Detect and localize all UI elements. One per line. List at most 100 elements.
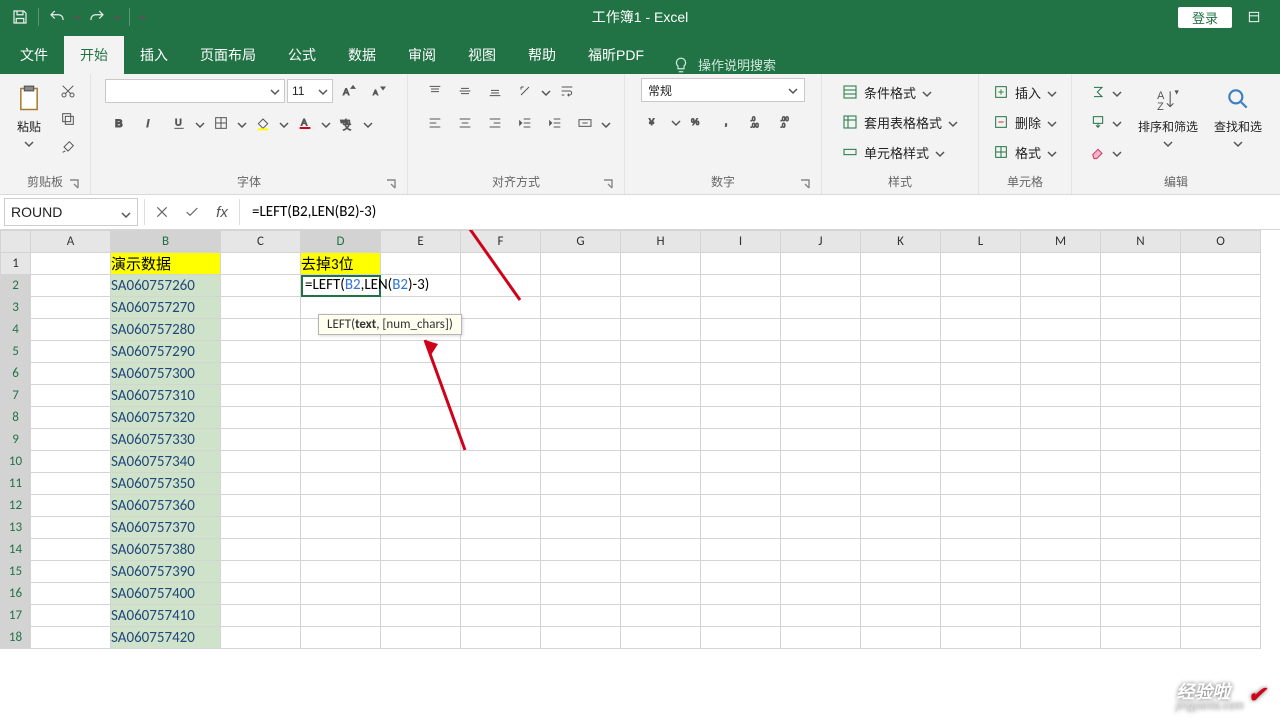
cell-C4[interactable]	[221, 319, 301, 341]
cell-F11[interactable]	[461, 473, 541, 495]
cell-I11[interactable]	[701, 473, 781, 495]
cell-K15[interactable]	[861, 561, 941, 583]
cell-G13[interactable]	[541, 517, 621, 539]
worksheet-grid[interactable]: ABCDEFGHIJKLMNO1演示数据去掉3位2SA060757260=LEF…	[0, 230, 1280, 720]
cell-O16[interactable]	[1181, 583, 1261, 605]
cell-C18[interactable]	[221, 627, 301, 649]
cell-B1[interactable]: 演示数据	[111, 253, 221, 275]
cell-G4[interactable]	[541, 319, 621, 341]
cell-A16[interactable]	[31, 583, 111, 605]
cell-L13[interactable]	[941, 517, 1021, 539]
cell-C13[interactable]	[221, 517, 301, 539]
qat-customize-icon[interactable]	[138, 10, 146, 25]
cell-E14[interactable]	[381, 539, 461, 561]
cell-O11[interactable]	[1181, 473, 1261, 495]
cell-A11[interactable]	[31, 473, 111, 495]
cell-G9[interactable]	[541, 429, 621, 451]
cell-H12[interactable]	[621, 495, 701, 517]
undo-dropdown-icon[interactable]	[73, 10, 81, 25]
cell-A18[interactable]	[31, 627, 111, 649]
cell-styles-button[interactable]: 单元格样式	[836, 138, 964, 166]
cell-O12[interactable]	[1181, 495, 1261, 517]
cell-J6[interactable]	[781, 363, 861, 385]
cell-J3[interactable]	[781, 297, 861, 319]
cell-K13[interactable]	[861, 517, 941, 539]
cell-C7[interactable]	[221, 385, 301, 407]
cell-K6[interactable]	[861, 363, 941, 385]
column-header-I[interactable]: I	[701, 231, 781, 253]
cell-H7[interactable]	[621, 385, 701, 407]
row-header-14[interactable]: 14	[1, 539, 31, 561]
cell-M1[interactable]	[1021, 253, 1101, 275]
cell-K5[interactable]	[861, 341, 941, 363]
cell-D11[interactable]	[301, 473, 381, 495]
cell-C15[interactable]	[221, 561, 301, 583]
cell-C10[interactable]	[221, 451, 301, 473]
column-header-B[interactable]: B	[111, 231, 221, 253]
cell-C12[interactable]	[221, 495, 301, 517]
cell-M10[interactable]	[1021, 451, 1101, 473]
cell-J16[interactable]	[781, 583, 861, 605]
cell-G12[interactable]	[541, 495, 621, 517]
chevron-down-icon[interactable]	[237, 118, 247, 128]
tab-review[interactable]: 审阅	[392, 36, 452, 74]
undo-icon[interactable]	[47, 7, 67, 27]
cell-A10[interactable]	[31, 451, 111, 473]
cell-O5[interactable]	[1181, 341, 1261, 363]
cell-B10[interactable]: SA060757340	[111, 451, 221, 473]
cell-A3[interactable]	[31, 297, 111, 319]
cell-K11[interactable]	[861, 473, 941, 495]
cell-N13[interactable]	[1101, 517, 1181, 539]
cell-E13[interactable]	[381, 517, 461, 539]
tab-home[interactable]: 开始	[64, 36, 124, 74]
indent-decrease-button[interactable]	[511, 110, 539, 136]
align-left-button[interactable]	[421, 110, 449, 136]
wrap-text-button[interactable]	[553, 78, 581, 104]
cell-I6[interactable]	[701, 363, 781, 385]
cell-I17[interactable]	[701, 605, 781, 627]
shrink-font-button[interactable]: A	[365, 78, 393, 104]
cell-K4[interactable]	[861, 319, 941, 341]
cell-A8[interactable]	[31, 407, 111, 429]
cell-O4[interactable]	[1181, 319, 1261, 341]
cell-L11[interactable]	[941, 473, 1021, 495]
cell-D17[interactable]	[301, 605, 381, 627]
cell-N3[interactable]	[1101, 297, 1181, 319]
cell-H4[interactable]	[621, 319, 701, 341]
cell-L14[interactable]	[941, 539, 1021, 561]
cell-K9[interactable]	[861, 429, 941, 451]
cut-button[interactable]	[54, 78, 82, 104]
cell-B5[interactable]: SA060757290	[111, 341, 221, 363]
cell-N2[interactable]	[1101, 275, 1181, 297]
cell-D18[interactable]	[301, 627, 381, 649]
cell-L2[interactable]	[941, 275, 1021, 297]
cell-M6[interactable]	[1021, 363, 1101, 385]
cell-I3[interactable]	[701, 297, 781, 319]
cell-I7[interactable]	[701, 385, 781, 407]
cell-B14[interactable]: SA060757380	[111, 539, 221, 561]
cell-E12[interactable]	[381, 495, 461, 517]
cell-L6[interactable]	[941, 363, 1021, 385]
cell-L8[interactable]	[941, 407, 1021, 429]
dialog-launcher-icon[interactable]	[602, 178, 616, 192]
cell-M16[interactable]	[1021, 583, 1101, 605]
cell-K10[interactable]	[861, 451, 941, 473]
cell-N10[interactable]	[1101, 451, 1181, 473]
cell-B13[interactable]: SA060757370	[111, 517, 221, 539]
tab-view[interactable]: 视图	[452, 36, 512, 74]
cell-I4[interactable]	[701, 319, 781, 341]
cell-C1[interactable]	[221, 253, 301, 275]
cell-D10[interactable]	[301, 451, 381, 473]
row-header-1[interactable]: 1	[1, 253, 31, 275]
increase-decimal-button[interactable]: .0.00	[743, 108, 771, 134]
cell-I5[interactable]	[701, 341, 781, 363]
cell-L5[interactable]	[941, 341, 1021, 363]
cell-O18[interactable]	[1181, 627, 1261, 649]
cell-M4[interactable]	[1021, 319, 1101, 341]
dialog-launcher-icon[interactable]	[799, 178, 813, 192]
cell-E17[interactable]	[381, 605, 461, 627]
cell-L12[interactable]	[941, 495, 1021, 517]
cell-J10[interactable]	[781, 451, 861, 473]
cell-C16[interactable]	[221, 583, 301, 605]
tab-file[interactable]: 文件	[4, 36, 64, 74]
